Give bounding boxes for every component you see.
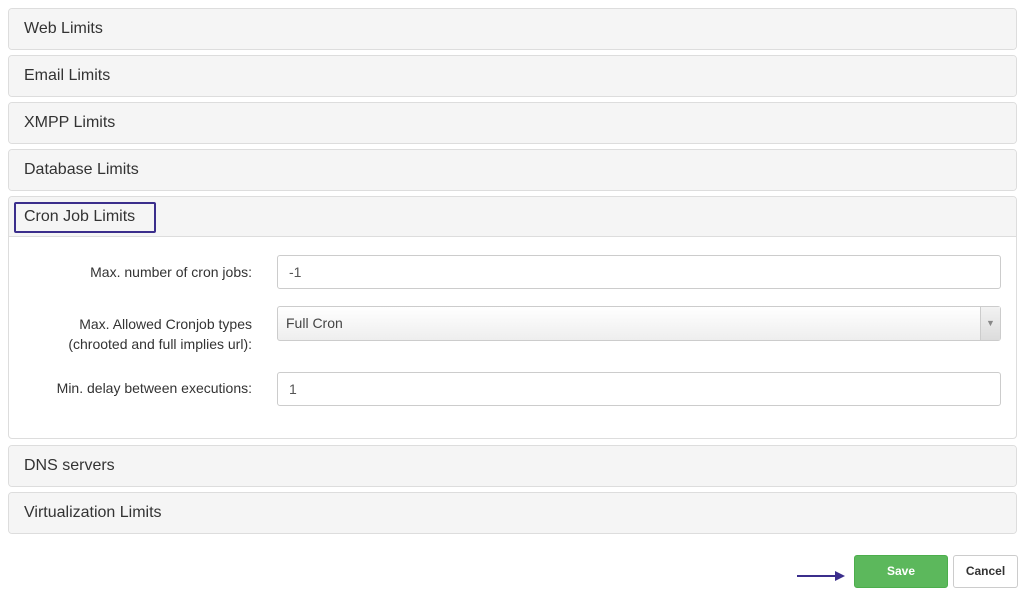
cronjob-types-label: Max. Allowed Cronjob types (chrooted and…	[68, 314, 252, 354]
panel-email-limits: Email Limits	[8, 55, 1017, 97]
panel-heading-dns-servers[interactable]: DNS servers	[9, 446, 1016, 486]
panel-heading-email-limits[interactable]: Email Limits	[9, 56, 1016, 96]
max-cron-jobs-label: Max. number of cron jobs:	[90, 264, 252, 280]
arrow-right-icon	[797, 571, 845, 581]
min-delay-label: Min. delay between executions:	[56, 380, 252, 396]
min-delay-input[interactable]: 1	[277, 372, 1001, 406]
panel-heading-cron-job-limits[interactable]: Cron Job Limits	[9, 197, 1016, 237]
chevron-down-icon[interactable]: ▼	[980, 307, 1000, 340]
save-button[interactable]: Save	[854, 555, 948, 588]
panel-dns-servers: DNS servers	[8, 445, 1017, 487]
panel-heading-web-limits[interactable]: Web Limits	[9, 9, 1016, 49]
max-cron-jobs-input[interactable]: -1	[277, 255, 1001, 289]
panel-web-limits: Web Limits	[8, 8, 1017, 50]
panel-heading-database-limits[interactable]: Database Limits	[9, 150, 1016, 190]
cronjob-types-label-line1: Max. Allowed Cronjob types	[79, 316, 252, 332]
panel-heading-xmpp-limits[interactable]: XMPP Limits	[9, 103, 1016, 143]
cronjob-types-select[interactable]: Full Cron ▼	[277, 306, 1001, 341]
panel-database-limits: Database Limits	[8, 149, 1017, 191]
cancel-button[interactable]: Cancel	[953, 555, 1018, 588]
panel-xmpp-limits: XMPP Limits	[8, 102, 1017, 144]
panel-virtualization-limits: Virtualization Limits	[8, 492, 1017, 534]
panel-heading-virtualization-limits[interactable]: Virtualization Limits	[9, 493, 1016, 533]
cronjob-types-selected-value: Full Cron	[286, 315, 343, 331]
cronjob-types-label-line2: (chrooted and full implies url):	[68, 336, 252, 352]
